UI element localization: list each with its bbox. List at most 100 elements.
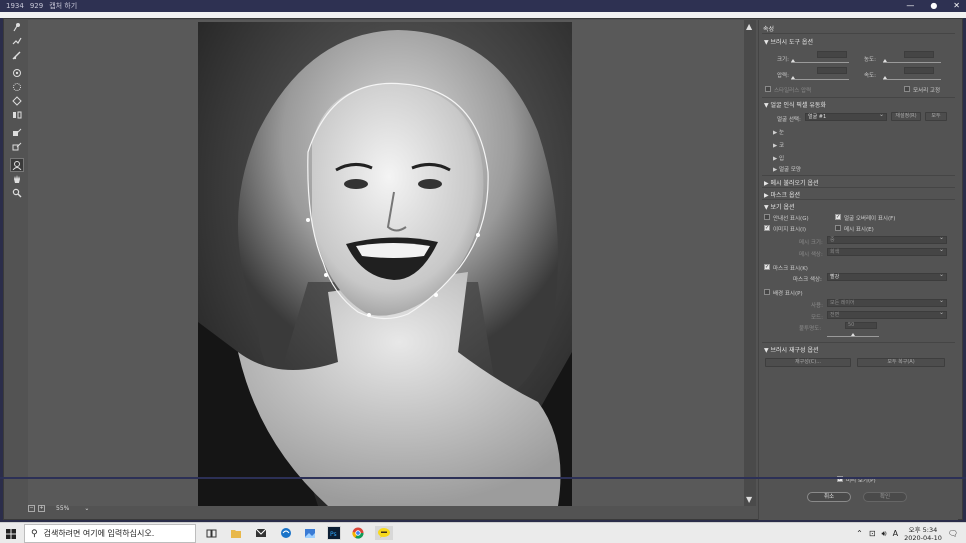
zoom-in-icon[interactable]: + [38,505,45,512]
select-face-dropdown[interactable]: 얼굴 #1 [805,112,887,121]
face-reset-button[interactable]: 재설정(R) [891,112,921,121]
capture-frame-bottom [0,477,966,479]
show-face-overlay-checkbox[interactable]: ✓ [835,214,841,220]
ime-indicator[interactable]: A [893,529,898,538]
photoshop-icon[interactable]: Ps [327,526,341,540]
pressure-knob[interactable] [791,76,795,79]
show-image-checkbox[interactable]: ✓ [764,225,770,231]
search-icon: ⚲ [31,528,38,539]
windows-taskbar: ⚲ 검색하려면 여기에 입력하십시오. Ps ⌃ ⊡ 🔊︎ A 오후 5:34 … [0,522,966,543]
mesh-size-dropdown[interactable]: 중 [827,235,947,244]
mask-color-dropdown[interactable]: 빨강 [827,272,947,281]
rate-field[interactable] [904,67,934,74]
reconstruct-icon[interactable] [10,34,24,48]
mail-icon[interactable] [254,526,268,540]
mesh-color-dropdown[interactable]: 회색 [827,247,947,256]
push-left-icon[interactable] [10,108,24,122]
mouth-section[interactable]: ▶ 입 [773,154,784,162]
zoom-icon[interactable] [10,186,24,200]
properties-panel: 속성 ▼ 브러시 도구 옵션 크기: 농도: 압력: 속도: 스타일러스 압력 … [758,20,958,520]
restore-all-button[interactable]: 모두 복구(A) [857,358,945,367]
select-face-label: 얼굴 선택: [777,117,801,123]
taskbar-search[interactable]: ⚲ 검색하려면 여기에 입력하십시오. [24,524,196,543]
opacity-field[interactable]: 50 [845,322,877,329]
show-guides-checkbox[interactable] [764,214,770,220]
brush-options-header[interactable]: ▼ 브러시 도구 옵션 [764,37,813,46]
pucker-icon[interactable] [10,80,24,94]
divider [762,97,955,98]
scroll-down-icon[interactable]: ▼ [746,495,752,504]
volume-icon[interactable]: 🔊︎ [882,529,887,539]
windows-start-icon[interactable] [4,527,18,541]
window-controls: — ● ✕ [900,1,960,10]
twirl-icon[interactable] [10,66,24,80]
thaw-mask-icon[interactable] [10,140,24,154]
smooth-icon[interactable] [10,48,24,62]
mode-label: 모드: [811,315,823,321]
edge-icon[interactable] [279,526,293,540]
pressure-field[interactable] [817,67,847,74]
face-tool-icon[interactable] [10,158,24,172]
view-options-header[interactable]: ▼ 보기 옵션 [764,202,795,211]
use-dropdown[interactable]: 모든 레이어 [827,298,947,307]
zoom-out-icon[interactable]: − [28,505,35,512]
opacity-knob[interactable] [851,333,855,336]
density-field[interactable] [904,51,934,58]
density-slider[interactable] [883,62,941,63]
reconstruct-button[interactable]: 재구성(C)... [765,358,851,367]
size-slider[interactable] [791,62,849,63]
show-backdrop-checkbox[interactable] [764,289,770,295]
canvas-scrollbar[interactable]: ▲ ▼ [744,20,756,506]
hand-icon[interactable] [10,172,24,186]
record-dot-icon[interactable]: ● [930,1,937,10]
opacity-label: 불투명도: [799,326,822,332]
tray-expand-icon[interactable]: ⌃ [856,529,863,538]
notifications-icon[interactable]: 🗨︎ [948,529,958,538]
rate-knob[interactable] [883,76,887,79]
title-strip: 1934 929 캡처 하기 — ● ✕ [0,0,966,12]
nose-section[interactable]: ▶ 코 [773,141,784,149]
mode-dropdown[interactable]: 전면 [827,310,947,319]
pin-edges-checkbox[interactable] [904,86,910,92]
forward-warp-icon[interactable] [10,20,24,34]
brush-reconstruct-header[interactable]: ▼ 브러시 재구성 옵션 [764,345,819,354]
ok-button[interactable]: 확인 [863,492,907,502]
cancel-button[interactable]: 취소 [807,492,851,502]
task-view-icon[interactable] [204,526,218,540]
face-all-button[interactable]: 모두 [925,112,947,121]
density-label: 농도: [864,57,876,63]
network-icon[interactable]: ⊡ [869,529,876,538]
bloat-icon[interactable] [10,94,24,108]
rate-label: 속도: [864,73,876,79]
pressure-slider[interactable] [791,79,849,80]
density-knob[interactable] [883,59,887,62]
rate-slider[interactable] [883,79,941,80]
photos-icon[interactable] [303,526,317,540]
search-placeholder: 검색하려면 여기에 입력하십시오. [43,529,155,538]
eyes-section[interactable]: ▶ 눈 [773,128,784,136]
freeze-mask-icon[interactable] [10,126,24,140]
face-shape-section[interactable]: ▶ 얼굴 모양 [773,165,801,173]
portrait-photo[interactable] [198,22,572,506]
divider [762,199,955,200]
mesh-options-header[interactable]: ▶ 메시 불러오기 옵션 [764,178,819,187]
file-explorer-icon[interactable] [229,526,243,540]
chrome-icon[interactable] [351,526,365,540]
show-mesh-checkbox[interactable] [835,225,841,231]
face-aware-header[interactable]: ▼ 얼굴 인식 픽셀 유동화 [764,100,826,109]
kakaotalk-icon[interactable] [375,526,393,540]
mask-options-header[interactable]: ▶ 마스크 옵션 [764,190,800,199]
size-knob[interactable] [791,59,795,62]
scroll-up-icon[interactable]: ▲ [746,22,752,31]
zoom-dropdown-icon[interactable]: ⌄ [84,505,89,512]
clock-date: 2020-04-10 [904,533,942,542]
size-field[interactable] [817,51,847,58]
capture-mode-label[interactable]: 캡처 하기 [49,1,77,11]
minimize-icon[interactable]: — [906,1,914,10]
clock[interactable]: 오후 5:34 2020-04-10 [904,526,942,542]
close-icon[interactable]: ✕ [953,1,960,10]
zoom-level: 55% [56,505,70,512]
stylus-checkbox[interactable] [765,86,771,92]
opacity-slider[interactable] [827,336,879,337]
show-mask-checkbox[interactable]: ✓ [764,264,770,270]
